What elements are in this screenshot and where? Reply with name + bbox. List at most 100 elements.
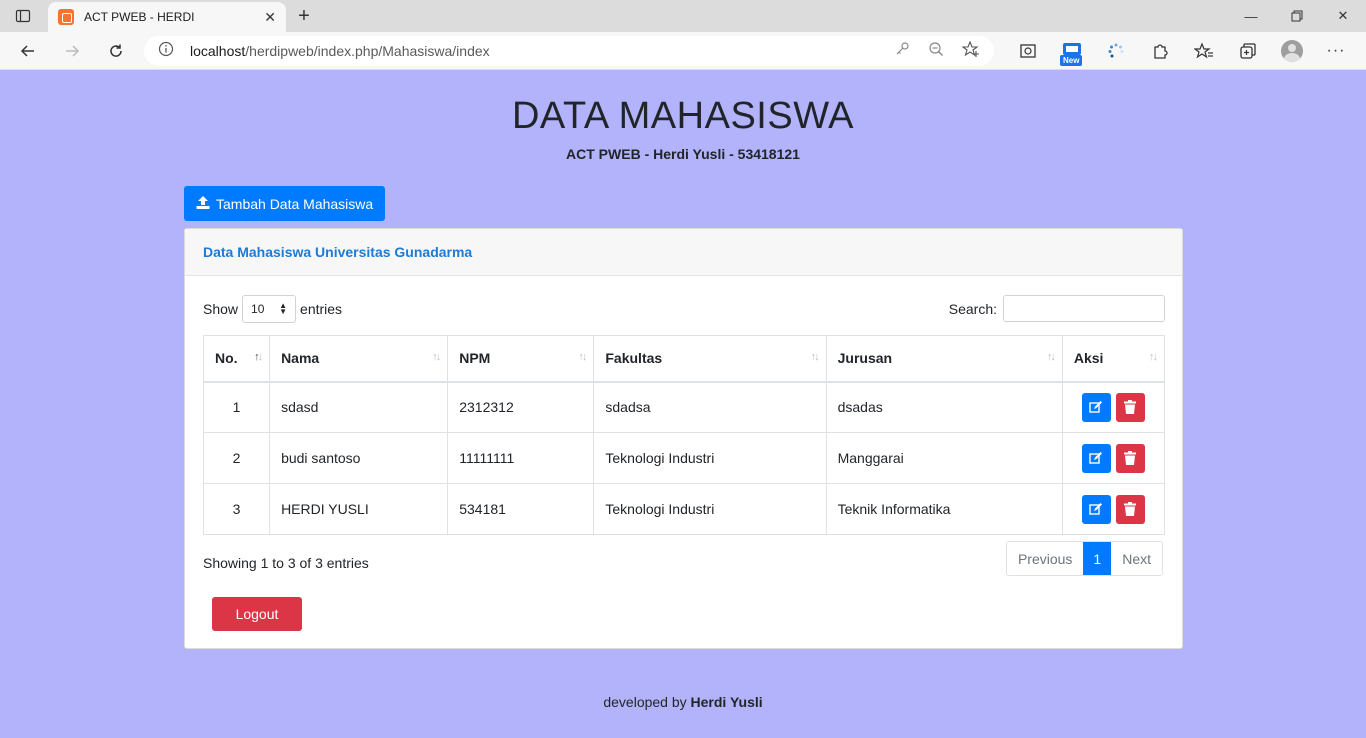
url-path: /herdipweb/index.php/Mahasiswa/index bbox=[245, 43, 490, 59]
favorites-icon[interactable] bbox=[1182, 36, 1226, 66]
cell-no: 1 bbox=[202, 381, 271, 433]
minimize-icon[interactable]: — bbox=[1228, 0, 1274, 32]
show-label: Show bbox=[203, 301, 239, 317]
students-card: Data Mahasiswa Universitas Gunadarma Sho… bbox=[184, 228, 1183, 649]
delete-button[interactable] bbox=[1115, 392, 1145, 422]
new-tab-icon[interactable]: + bbox=[292, 4, 316, 28]
url-text: localhost/herdipweb/index.php/Mahasiswa/… bbox=[190, 43, 894, 59]
column-label: Aksi bbox=[1073, 350, 1104, 367]
cell-jurusan: dsadas bbox=[825, 381, 1063, 433]
edit-icon bbox=[1089, 452, 1103, 464]
page-title: DATA MAHASISWA bbox=[511, 95, 854, 137]
add-student-button[interactable]: Tambah Data Mahasiswa bbox=[184, 186, 386, 221]
column-label: Fakultas bbox=[605, 350, 663, 367]
search-input[interactable] bbox=[1003, 295, 1165, 322]
delete-button[interactable] bbox=[1115, 443, 1145, 473]
sort-icon: ↑↓ bbox=[432, 351, 441, 363]
tab-close-icon[interactable]: ✕ bbox=[264, 9, 276, 26]
datatable-controls: Show 10 ▲ ▼ entries Search: bbox=[203, 295, 1165, 323]
cell-fakultas: Teknologi Industri bbox=[593, 432, 827, 484]
column-header-fakultas[interactable]: Fakultas ↑↓ bbox=[593, 335, 827, 383]
upload-icon bbox=[196, 195, 210, 212]
address-bar[interactable]: localhost/herdipweb/index.php/Mahasiswa/… bbox=[144, 36, 994, 66]
cell-npm: 534181 bbox=[447, 483, 595, 535]
table-row: 3 HERDI YUSLI 534181 Teknologi Industri … bbox=[202, 483, 1166, 535]
cell-nama: HERDI YUSLI bbox=[269, 483, 449, 535]
back-icon[interactable] bbox=[14, 37, 42, 65]
cell-nama: sdasd bbox=[269, 381, 449, 433]
close-window-icon[interactable]: ✕ bbox=[1320, 0, 1366, 32]
loading-extension-icon[interactable] bbox=[1094, 36, 1138, 66]
edit-button[interactable] bbox=[1081, 494, 1111, 524]
footer: developed by Herdi Yusli bbox=[0, 694, 1366, 710]
card-header: Data Mahasiswa Universitas Gunadarma bbox=[185, 229, 1182, 276]
url-host: localhost bbox=[190, 43, 246, 59]
entries-label: entries bbox=[300, 301, 343, 317]
column-header-aksi[interactable]: Aksi ↑↓ bbox=[1061, 335, 1166, 383]
window-controls: — ✕ bbox=[1228, 0, 1366, 32]
trash-icon bbox=[1124, 400, 1137, 415]
next-page-button[interactable]: Next bbox=[1111, 542, 1162, 575]
current-page-button[interactable]: 1 bbox=[1083, 542, 1112, 575]
sort-icon: ↑↓ bbox=[578, 351, 587, 363]
column-label: No. bbox=[215, 350, 238, 367]
favorite-star-icon[interactable] bbox=[961, 40, 980, 62]
column-label: Nama bbox=[281, 350, 320, 367]
table-row: 2 budi santoso 11111111 Teknologi Indust… bbox=[202, 432, 1166, 484]
browser-toolbar: localhost/herdipweb/index.php/Mahasiswa/… bbox=[0, 32, 1366, 70]
column-header-npm[interactable]: NPM ↑↓ bbox=[447, 335, 595, 383]
edit-icon bbox=[1089, 503, 1103, 515]
column-header-no[interactable]: No. ↑↓ bbox=[202, 335, 271, 383]
edit-icon bbox=[1089, 401, 1103, 413]
search-label: Search: bbox=[948, 300, 997, 317]
cell-fakultas: Teknologi Industri bbox=[593, 483, 827, 535]
profile-avatar[interactable] bbox=[1270, 36, 1314, 66]
cell-aksi bbox=[1061, 381, 1166, 433]
browser-tab[interactable]: ACT PWEB - HERDI ✕ bbox=[48, 2, 286, 32]
table-info: Showing 1 to 3 of 3 entries bbox=[203, 555, 369, 571]
previous-page-button[interactable]: Previous bbox=[1006, 542, 1084, 575]
trash-icon bbox=[1124, 451, 1137, 465]
cell-fakultas: sdadsa bbox=[593, 381, 827, 433]
cell-aksi bbox=[1061, 483, 1166, 535]
add-student-label: Tambah Data Mahasiswa bbox=[216, 195, 374, 212]
forward-icon[interactable] bbox=[58, 37, 86, 65]
info-icon[interactable] bbox=[158, 41, 174, 62]
collections-icon[interactable] bbox=[1226, 36, 1270, 66]
sort-icon: ↑↓ bbox=[810, 351, 820, 363]
browser-tab-bar: ACT PWEB - HERDI ✕ + — ✕ bbox=[0, 0, 1366, 32]
sort-asc-icon: ↑↓ bbox=[254, 351, 263, 363]
entries-select[interactable]: 10 ▲ ▼ bbox=[242, 295, 297, 323]
cell-nama: budi santoso bbox=[269, 432, 449, 484]
entries-length: Show 10 ▲ ▼ entries bbox=[203, 295, 342, 323]
trash-icon bbox=[1124, 502, 1137, 516]
table-header-row: No. ↑↓ Nama ↑↓ NPM ↑↓ Fakultas ↑↓ Jurusan ↑↓ … bbox=[202, 335, 1166, 383]
screenshot-icon[interactable] bbox=[1006, 36, 1050, 66]
edit-button[interactable] bbox=[1081, 392, 1111, 422]
refresh-icon[interactable] bbox=[102, 37, 130, 65]
tab-actions-icon[interactable] bbox=[0, 0, 46, 32]
extension-new-icon[interactable]: New bbox=[1050, 36, 1094, 66]
cell-no: 2 bbox=[202, 432, 271, 484]
key-icon[interactable] bbox=[894, 41, 910, 62]
card-header-title: Data Mahasiswa Universitas Gunadarma bbox=[203, 244, 473, 260]
column-label: Jurusan bbox=[837, 350, 893, 367]
entries-select-value: 10 bbox=[251, 302, 265, 316]
students-table: No. ↑↓ Nama ↑↓ NPM ↑↓ Fakultas ↑↓ Jurusan ↑↓ … bbox=[202, 335, 1166, 535]
extensions-puzzle-icon[interactable] bbox=[1138, 36, 1182, 66]
column-label: NPM bbox=[459, 350, 491, 367]
table-row: 1 sdasd 2312312 sdadsa dsadas bbox=[202, 381, 1166, 433]
cell-aksi bbox=[1061, 432, 1166, 484]
edit-button[interactable] bbox=[1081, 443, 1111, 473]
footer-author: Herdi Yusli bbox=[690, 694, 763, 710]
logout-button[interactable]: Logout bbox=[212, 597, 302, 631]
sort-icon: ↑↓ bbox=[1149, 351, 1158, 363]
cell-npm: 2312312 bbox=[447, 381, 595, 433]
zoom-out-icon[interactable] bbox=[928, 41, 944, 62]
restore-icon[interactable] bbox=[1274, 0, 1320, 32]
page-subtitle: ACT PWEB - Herdi Yusli - 53418121 bbox=[566, 146, 800, 162]
delete-button[interactable] bbox=[1115, 494, 1145, 524]
column-header-nama[interactable]: Nama ↑↓ bbox=[269, 335, 449, 383]
column-header-jurusan[interactable]: Jurusan ↑↓ bbox=[825, 335, 1063, 383]
more-menu-icon[interactable]: ··· bbox=[1314, 36, 1358, 66]
